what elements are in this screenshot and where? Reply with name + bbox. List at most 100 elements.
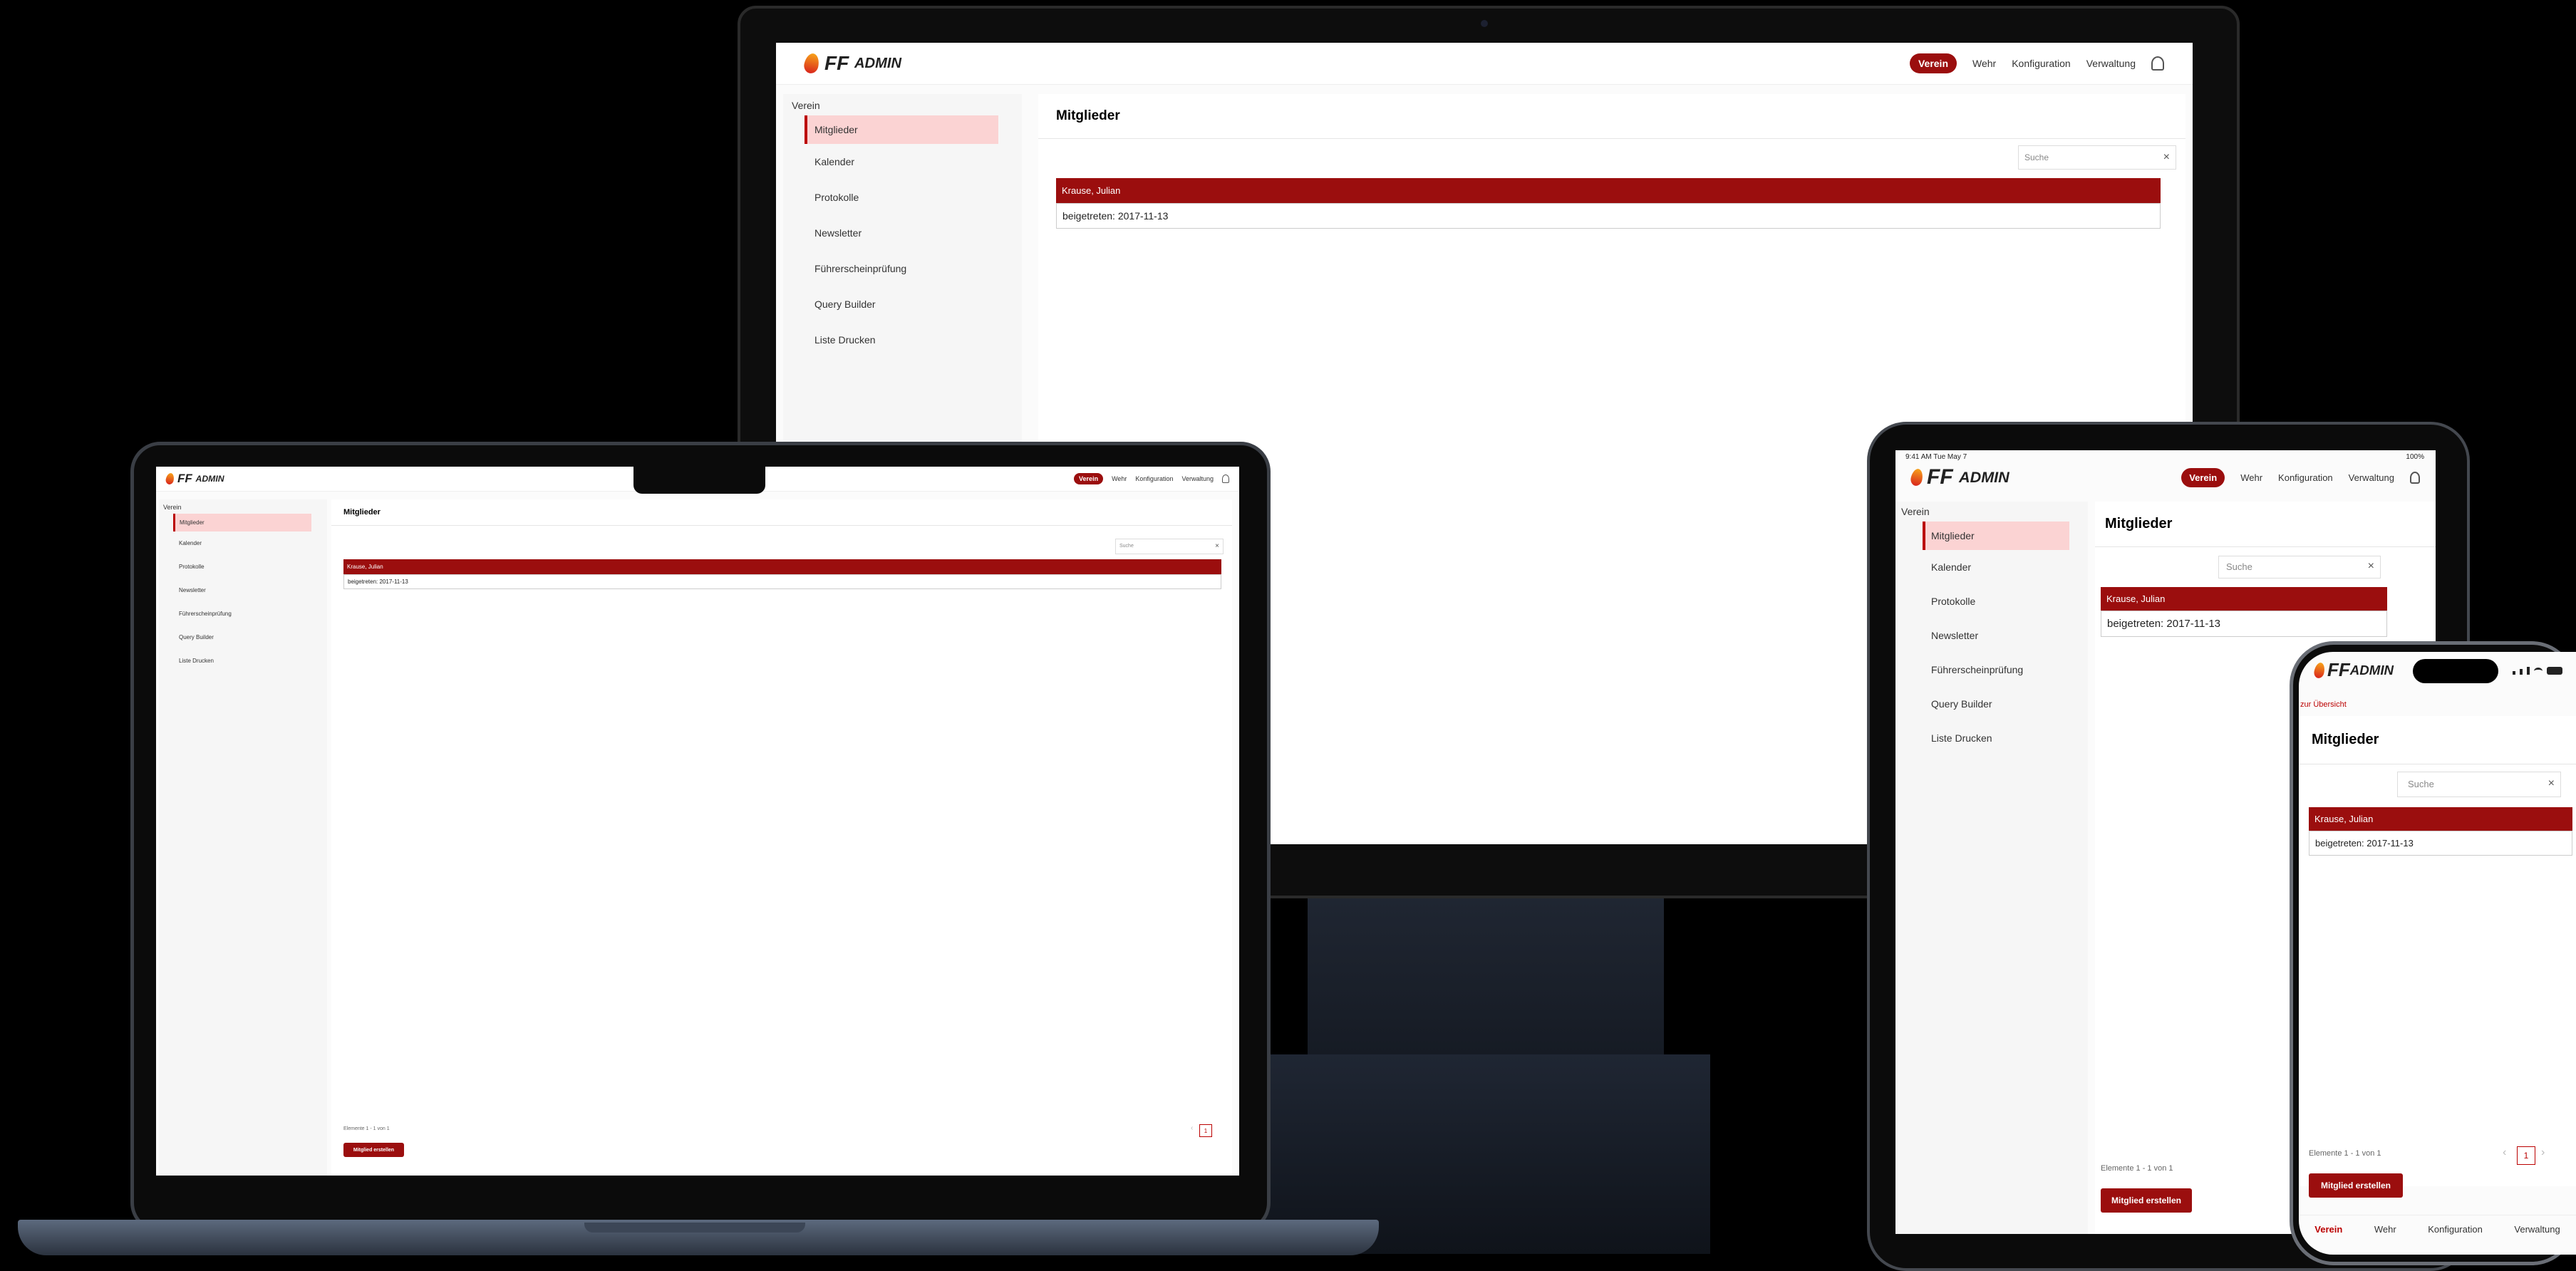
user-icon[interactable]: [2151, 56, 2164, 71]
search-input[interactable]: Suche ×: [2218, 556, 2381, 579]
laptop-screen: FF ADMIN Verein Wehr Konfiguration Verwa…: [156, 467, 1239, 1176]
search-input[interactable]: Suche ×: [2018, 145, 2176, 170]
flame-icon: [165, 472, 175, 485]
clear-icon[interactable]: ×: [2548, 777, 2555, 790]
nav-wehr[interactable]: Wehr: [1972, 58, 1996, 69]
sidebar-item-mitglieder[interactable]: Mitglieder: [805, 115, 998, 144]
prev-page-icon[interactable]: ‹: [2503, 1146, 2506, 1159]
pagination-info: Elemente 1 - 1 von 1: [2101, 1164, 2173, 1173]
sidebar-item-kalender[interactable]: Kalender: [1923, 550, 2088, 584]
signal-wifi-battery-icon: [2513, 666, 2562, 675]
member-card[interactable]: Krause, Julian beigetreten: 2017-11-13: [343, 559, 1221, 589]
sidebar-item-newsletter[interactable]: Newsletter: [805, 215, 1022, 251]
sidebar-item-liste-drucken[interactable]: Liste Drucken: [173, 649, 327, 673]
member-name[interactable]: Krause, Julian: [2101, 587, 2387, 611]
prev-page-icon[interactable]: ‹: [1191, 1124, 1193, 1132]
member-joined: beigetreten: 2017-11-13: [2309, 831, 2572, 856]
page-title: Mitglieder: [2299, 716, 2576, 764]
top-nav: Verein Wehr Konfiguration Verwaltung: [2181, 467, 2420, 487]
page-title: Mitglieder: [2095, 502, 2436, 547]
clear-icon[interactable]: ×: [2368, 560, 2374, 573]
sidebar-item-fuehrerschein[interactable]: Führerscheinprüfung: [173, 602, 327, 626]
back-link[interactable]: zur Übersicht: [2300, 700, 2347, 709]
sidebar-item-kalender[interactable]: Kalender: [805, 144, 1022, 180]
page-1-button[interactable]: 1: [1199, 1124, 1212, 1137]
sidebar-section-label: Verein: [163, 504, 182, 511]
member-card[interactable]: Krause, Julian beigetreten: 2017-11-13: [1056, 178, 2161, 229]
create-member-button[interactable]: Mitglied erstellen: [2101, 1188, 2192, 1213]
nav-verein[interactable]: Verein: [2181, 467, 2225, 487]
logo-ff: FF: [1927, 465, 1953, 489]
search-placeholder: Suche: [1119, 544, 1134, 549]
app-logo[interactable]: FF ADMIN: [2312, 659, 2394, 681]
phone-screen: FF ADMIN zur Übersicht Mitglieder Suche ×…: [2299, 652, 2576, 1255]
top-nav: Verein Wehr Konfiguration Verwaltung: [1909, 53, 2164, 73]
page-title: Mitglieder: [331, 499, 1232, 526]
tab-verein[interactable]: Verein: [2314, 1224, 2342, 1235]
create-member-button[interactable]: Mitglied erstellen: [343, 1143, 404, 1157]
nav-konfiguration[interactable]: Konfiguration: [1135, 475, 1173, 482]
sidebar-section-label: Verein: [792, 100, 820, 111]
logo-admin: ADMIN: [2349, 662, 2394, 678]
sidebar-item-newsletter[interactable]: Newsletter: [1923, 618, 2088, 653]
nav-wehr[interactable]: Wehr: [2240, 472, 2262, 483]
tab-konfiguration[interactable]: Konfiguration: [2428, 1224, 2483, 1235]
monitor-camera: [1481, 20, 1488, 27]
nav-verein[interactable]: Verein: [1909, 53, 1957, 73]
user-icon[interactable]: [2410, 471, 2420, 484]
clear-icon[interactable]: ×: [1215, 542, 1219, 550]
laptop-main: Mitglieder Suche × Krause, Julian beiget…: [331, 499, 1232, 1176]
pagination-info: Elemente 1 - 1 von 1: [343, 1126, 390, 1131]
nav-verwaltung[interactable]: Verwaltung: [2086, 58, 2136, 69]
pagination-info: Elemente 1 - 1 von 1: [2309, 1149, 2381, 1158]
sidebar-item-fuehrerschein[interactable]: Führerscheinprüfung: [805, 251, 1022, 286]
sidebar-item-protokolle[interactable]: Protokolle: [1923, 584, 2088, 618]
sidebar-item-protokolle[interactable]: Protokolle: [173, 555, 327, 579]
sidebar-item-liste-drucken[interactable]: Liste Drucken: [805, 322, 1022, 358]
nav-wehr[interactable]: Wehr: [1112, 475, 1127, 482]
nav-konfiguration[interactable]: Konfiguration: [2012, 58, 2071, 69]
nav-verwaltung[interactable]: Verwaltung: [1181, 475, 1214, 482]
logo-ff: FF: [824, 52, 849, 74]
member-name[interactable]: Krause, Julian: [343, 559, 1221, 574]
page-1-button[interactable]: 1: [2517, 1146, 2535, 1165]
flame-icon: [1909, 467, 1925, 487]
top-nav: Verein Wehr Konfiguration Verwaltung: [1074, 473, 1229, 484]
clear-icon[interactable]: ×: [2163, 151, 2170, 164]
tab-wehr[interactable]: Wehr: [2374, 1224, 2396, 1235]
app-logo[interactable]: FF ADMIN: [1909, 465, 2009, 489]
sidebar-item-mitglieder[interactable]: Mitglieder: [1923, 522, 2069, 550]
search-input[interactable]: Suche ×: [2397, 772, 2561, 797]
tab-verwaltung[interactable]: Verwaltung: [2514, 1224, 2560, 1235]
sidebar-item-newsletter[interactable]: Newsletter: [173, 579, 327, 602]
nav-verein[interactable]: Verein: [1074, 473, 1104, 484]
sidebar-item-query-builder[interactable]: Query Builder: [1923, 687, 2088, 721]
user-icon[interactable]: [1222, 474, 1229, 483]
dynamic-island: [2413, 659, 2498, 683]
nav-konfiguration[interactable]: Konfiguration: [2278, 472, 2333, 483]
member-name[interactable]: Krause, Julian: [1056, 178, 2161, 203]
member-card[interactable]: Krause, Julian beigetreten: 2017-11-13: [2101, 587, 2387, 637]
app-logo[interactable]: FF ADMIN: [802, 52, 902, 75]
member-joined: beigetreten: 2017-11-13: [2101, 611, 2387, 637]
sidebar-item-kalender[interactable]: Kalender: [173, 531, 327, 555]
search-input[interactable]: Suche ×: [1115, 539, 1224, 554]
member-name[interactable]: Krause, Julian: [2309, 807, 2572, 831]
sidebar-item-mitglieder[interactable]: Mitglieder: [173, 514, 311, 531]
sidebar-item-query-builder[interactable]: Query Builder: [805, 286, 1022, 322]
app-logo[interactable]: FF ADMIN: [165, 472, 224, 486]
logo-admin: ADMIN: [195, 474, 224, 484]
search-placeholder: Suche: [2024, 152, 2049, 162]
logo-ff: FF: [177, 472, 192, 485]
logo-admin: ADMIN: [854, 55, 902, 71]
sidebar-item-fuehrerschein[interactable]: Führerscheinprüfung: [1923, 653, 2088, 687]
sidebar-item-query-builder[interactable]: Query Builder: [173, 626, 327, 649]
next-page-icon[interactable]: ›: [2541, 1146, 2545, 1159]
nav-verwaltung[interactable]: Verwaltung: [2349, 472, 2394, 483]
search-placeholder: Suche: [2408, 779, 2434, 789]
sidebar-item-liste-drucken[interactable]: Liste Drucken: [1923, 721, 2088, 755]
create-member-button[interactable]: Mitglied erstellen: [2309, 1173, 2403, 1198]
member-card[interactable]: Krause, Julian beigetreten: 2017-11-13: [2309, 807, 2572, 856]
sidebar-item-protokolle[interactable]: Protokolle: [805, 180, 1022, 215]
mobile-tab-bar: Verein Wehr Konfiguration Verwaltung: [2299, 1215, 2576, 1255]
